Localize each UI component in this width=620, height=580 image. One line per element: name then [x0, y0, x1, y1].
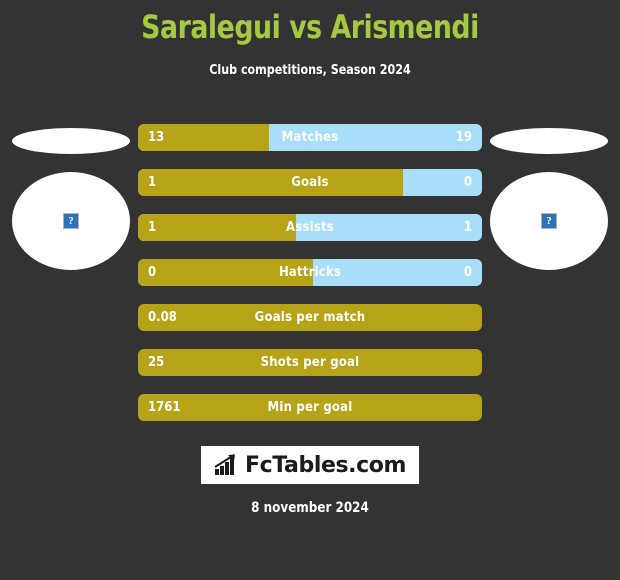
player-home: ?: [6, 120, 136, 270]
stat-bar-row: 1 Goals 0: [138, 169, 482, 196]
stat-label: Matches: [281, 130, 339, 145]
fctables-logo[interactable]: FcTables.com: [201, 446, 419, 484]
stat-label: Shots per goal: [260, 355, 360, 370]
stat-bar-row: 0 Hattricks 0: [138, 259, 482, 286]
broken-image-glyph: ?: [546, 214, 552, 227]
player-away: ?: [484, 120, 614, 270]
footer-date: 8 november 2024: [251, 500, 369, 516]
stat-comparison-card: Saralegui vs Arismendi Club competitions…: [0, 0, 620, 580]
stat-bar-row: 1761 Min per goal: [138, 394, 482, 421]
stat-away-value: 1: [463, 220, 472, 235]
bar-chart-growth-icon: [214, 454, 235, 475]
page-subtitle: Club competitions, Season 2024: [209, 63, 411, 78]
stat-bar-row: 25 Shots per goal: [138, 349, 482, 376]
player-home-name: [12, 128, 130, 154]
stat-label: Goals per match: [254, 310, 366, 325]
page-title: Saralegui vs Arismendi: [141, 8, 479, 46]
broken-image-glyph: ?: [68, 214, 74, 227]
broken-image-icon: ?: [63, 213, 79, 229]
stat-bar-row: 0.08 Goals per match: [138, 304, 482, 331]
stat-bar-row: 13 Matches 19: [138, 124, 482, 151]
stat-away-value: 19: [455, 130, 472, 145]
player-home-photo: ?: [12, 172, 130, 270]
stat-label: Min per goal: [267, 400, 353, 415]
stat-away-value: 0: [463, 265, 472, 280]
stat-label: Hattricks: [278, 265, 342, 280]
player-away-photo: ?: [490, 172, 608, 270]
stat-bar-row: 1 Assists 1: [138, 214, 482, 241]
broken-image-icon: ?: [541, 213, 557, 229]
stat-label: Assists: [286, 220, 334, 235]
stat-bar-list: 13 Matches 19 1 Goals 0 1 Assists 1 0 Hattricks 0 0.…: [138, 124, 482, 439]
fctables-logo-text: FcTables.com: [244, 452, 407, 478]
stat-away-value: 0: [463, 175, 472, 190]
player-away-name: [490, 128, 608, 154]
stat-label: Goals: [291, 175, 329, 190]
